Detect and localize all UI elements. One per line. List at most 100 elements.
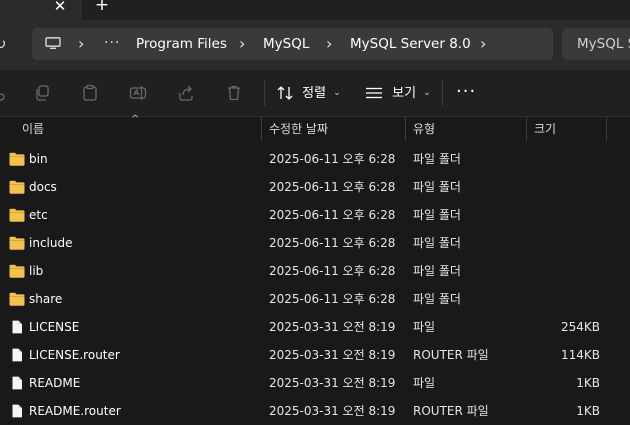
view-button[interactable]: 보기 ⌄ [366, 79, 431, 107]
breadcrumb-mysql[interactable]: MySQL [263, 28, 309, 60]
file-name: docs [29, 180, 57, 194]
list-item[interactable]: lib 2025-06-11 오후 6:28 파일 폴더 [0, 257, 630, 285]
new-tab-icon[interactable]: + [92, 0, 112, 15]
chevron-down-icon: ⌄ [333, 88, 341, 98]
file-modified: 2025-03-31 오전 8:19 [269, 348, 396, 362]
paste-icon[interactable] [81, 84, 99, 102]
file-type: 파일 폴더 [413, 180, 461, 194]
column-divider[interactable] [526, 117, 527, 141]
cut-icon[interactable] [0, 84, 10, 102]
active-tab[interactable]: ✕ [0, 0, 82, 20]
column-divider[interactable] [261, 117, 262, 141]
file-type: 파일 [413, 320, 436, 334]
file-modified: 2025-06-11 오후 6:28 [269, 180, 396, 194]
file-name: lib [29, 264, 44, 278]
folder-icon [9, 264, 25, 278]
file-modified: 2025-06-11 오후 6:28 [269, 292, 396, 306]
file-size [520, 257, 600, 285]
file-name: include [29, 236, 73, 250]
file-size: 114KB [560, 348, 600, 362]
file-modified: 2025-06-11 오후 6:28 [269, 152, 396, 166]
folder-icon [9, 236, 25, 250]
file-size: 254KB [560, 320, 600, 334]
column-modified[interactable]: 수정한 날짜 [269, 117, 328, 141]
file-name: README.router [29, 404, 121, 418]
view-icon [366, 87, 382, 99]
folder-icon [9, 180, 25, 194]
file-name: README [29, 376, 81, 390]
column-divider[interactable] [405, 117, 406, 141]
column-name[interactable]: 이름 [22, 117, 44, 141]
sort-button[interactable]: 정렬 ⌄ [277, 79, 341, 107]
list-item[interactable]: include 2025-06-11 오후 6:28 파일 폴더 [0, 229, 630, 257]
more-crumbs-button[interactable]: ··· [104, 28, 120, 60]
list-item[interactable]: etc 2025-06-11 오후 6:28 파일 폴더 [0, 201, 630, 229]
folder-icon [9, 208, 25, 222]
share-icon[interactable] [177, 84, 195, 102]
tab-bar: ✕ + [0, 0, 630, 20]
list-item[interactable]: README 2025-03-31 오전 8:19 파일 1KB [0, 369, 630, 397]
folder-icon [9, 292, 25, 306]
chevron-right-icon[interactable]: › [480, 28, 486, 60]
file-name: etc [29, 208, 48, 222]
more-options-button[interactable]: ··· [456, 82, 476, 102]
file-size [520, 201, 600, 229]
search-box[interactable]: MySQL S [562, 28, 630, 60]
file-type: 파일 폴더 [413, 264, 461, 278]
chevron-right-icon[interactable]: › [78, 28, 84, 60]
copy-icon[interactable] [33, 84, 51, 102]
sort-label: 정렬 [302, 85, 327, 101]
file-name: LICENSE.router [29, 348, 120, 362]
file-type: ROUTER 파일 [413, 404, 489, 418]
chevron-down-icon: ⌄ [423, 88, 431, 98]
file-size: 1KB [576, 404, 600, 418]
list-item[interactable]: LICENSE 2025-03-31 오전 8:19 파일 254KB [0, 313, 630, 341]
breadcrumb-program-files[interactable]: Program Files [136, 28, 227, 60]
address-bar[interactable]: › ··· Program Files › MySQL › MySQL Serv… [32, 28, 553, 60]
file-size [520, 285, 600, 313]
file-size [520, 229, 600, 257]
file-modified: 2025-03-31 오전 8:19 [269, 404, 396, 418]
file-modified: 2025-06-11 오후 6:28 [269, 264, 396, 278]
file-size [520, 173, 600, 201]
file-type: 파일 폴더 [413, 236, 461, 250]
file-type: 파일 폴더 [413, 292, 461, 306]
file-size [520, 145, 600, 173]
list-item[interactable]: share 2025-06-11 오후 6:28 파일 폴더 [0, 285, 630, 313]
toolbar-divider [442, 80, 443, 106]
breadcrumb-mysql-server[interactable]: MySQL Server 8.0 [350, 28, 471, 60]
file-type: 파일 [413, 376, 436, 390]
list-item[interactable]: docs 2025-06-11 오후 6:28 파일 폴더 [0, 173, 630, 201]
column-type[interactable]: 유형 [413, 117, 435, 141]
column-divider[interactable] [606, 117, 607, 141]
column-header: ^ 이름 수정한 날짜 유형 크기 [0, 114, 630, 141]
list-item[interactable]: LICENSE.router 2025-03-31 오전 8:19 ROUTER… [0, 341, 630, 369]
view-label: 보기 [392, 85, 417, 101]
chevron-right-icon[interactable]: › [326, 28, 332, 60]
column-size[interactable]: 크기 [534, 117, 556, 141]
file-name: LICENSE [29, 320, 80, 334]
command-bar: 정렬 ⌄ 보기 ⌄ ··· [0, 70, 630, 117]
folder-icon [9, 152, 25, 166]
file-modified: 2025-03-31 오전 8:19 [269, 320, 396, 334]
file-name: bin [29, 152, 48, 166]
file-icon [12, 320, 22, 334]
file-name: share [29, 292, 63, 306]
toolbar-divider [264, 80, 265, 106]
file-icon [12, 348, 22, 362]
list-item[interactable]: README.router 2025-03-31 오전 8:19 ROUTER … [0, 397, 630, 425]
close-tab-icon[interactable]: ✕ [50, 0, 70, 16]
file-icon [12, 404, 22, 418]
list-item[interactable]: bin 2025-06-11 오후 6:28 파일 폴더 [0, 145, 630, 173]
this-pc-icon[interactable] [45, 37, 61, 49]
rename-icon[interactable] [129, 84, 147, 102]
delete-icon[interactable] [225, 84, 243, 102]
address-row: ↻ › ··· Program Files › MySQL › MySQL Se… [0, 20, 630, 70]
chevron-right-icon[interactable]: › [239, 28, 245, 60]
sort-ascending-icon: ^ [131, 114, 140, 125]
refresh-icon[interactable]: ↻ [0, 34, 14, 54]
file-modified: 2025-03-31 오전 8:19 [269, 376, 396, 390]
file-modified: 2025-06-11 오후 6:28 [269, 236, 396, 250]
file-type: 파일 폴더 [413, 152, 461, 166]
sort-icon [277, 86, 293, 100]
